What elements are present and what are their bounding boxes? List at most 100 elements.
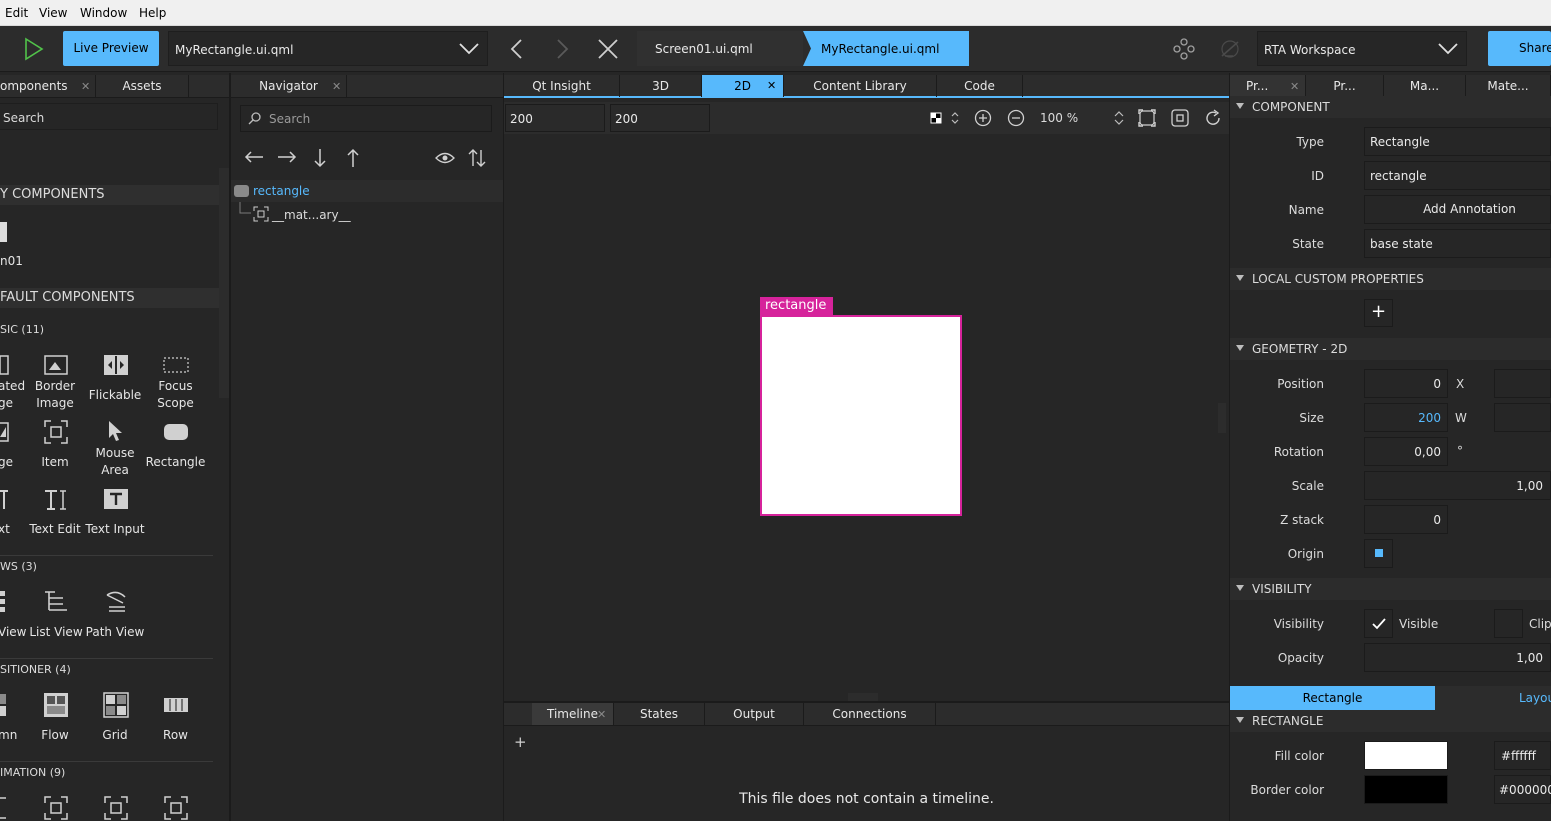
back-icon[interactable]	[508, 38, 526, 60]
arrow-right-icon[interactable]	[277, 149, 297, 165]
fill-color-hex-input[interactable]: #ffffff	[1494, 741, 1551, 770]
background-color-icon[interactable]	[930, 111, 960, 125]
scrollbar[interactable]	[219, 168, 229, 398]
clip-checkbox[interactable]	[1494, 609, 1523, 638]
zoom-out-icon[interactable]	[1007, 109, 1025, 127]
size-width-input[interactable]: 200	[1364, 403, 1448, 432]
item-icon[interactable]	[43, 419, 69, 445]
scrollbar[interactable]	[848, 693, 878, 701]
positioner-category-header[interactable]: SITIONER (4)	[0, 663, 71, 676]
animated-image-icon[interactable]	[0, 354, 10, 376]
tab-layout-section[interactable]: Layou	[1435, 686, 1551, 710]
state-field[interactable]: base state	[1364, 229, 1551, 258]
animation-category-header[interactable]: IMATION (9)	[0, 766, 65, 779]
scale-input[interactable]: 1,00	[1364, 471, 1551, 500]
run-icon[interactable]	[22, 37, 46, 61]
sort-icon[interactable]	[468, 148, 486, 168]
visible-checkbox[interactable]	[1364, 609, 1393, 638]
menu-help[interactable]: Help	[139, 6, 166, 20]
eye-icon[interactable]	[435, 151, 455, 165]
default-components-header[interactable]: FAULT COMPONENTS	[0, 288, 219, 308]
basic-category-header[interactable]: SIC (11)	[0, 323, 44, 336]
animation-item-icon[interactable]	[43, 795, 69, 821]
views-category-header[interactable]: WS (3)	[0, 560, 37, 573]
arrow-up-icon[interactable]	[346, 148, 360, 168]
share-button[interactable]: Share	[1488, 31, 1551, 66]
tab-states[interactable]: States	[614, 703, 705, 725]
tab-material-editor[interactable]: Mate...	[1466, 75, 1551, 97]
origin-selector[interactable]	[1364, 539, 1393, 568]
opacity-input[interactable]: 1,00	[1364, 643, 1551, 672]
add-property-button[interactable]: +	[1364, 299, 1393, 327]
rectangle-item-canvas[interactable]	[760, 315, 962, 516]
zoom-stepper-icon[interactable]	[1114, 111, 1124, 125]
z-stack-input[interactable]: 0	[1364, 505, 1448, 534]
position-y-input[interactable]	[1494, 369, 1551, 398]
live-preview-button[interactable]: Live Preview	[63, 31, 159, 66]
arrow-left-icon[interactable]	[244, 149, 264, 165]
text-input-icon[interactable]	[103, 487, 129, 511]
image-icon[interactable]	[0, 421, 10, 443]
tree-row-rectangle[interactable]: rectangle	[231, 180, 503, 202]
close-document-icon[interactable]	[597, 38, 619, 60]
workspace-dropdown[interactable]: RTA Workspace	[1257, 31, 1467, 66]
border-color-swatch[interactable]	[1364, 775, 1448, 804]
size-height-input[interactable]	[1494, 403, 1551, 432]
fit-all-icon[interactable]	[1138, 109, 1156, 127]
components-icon[interactable]	[1172, 38, 1196, 60]
doc-tab-myrectangle[interactable]: MyRectangle.ui.qml	[803, 31, 969, 66]
tab-connections[interactable]: Connections	[804, 703, 936, 725]
tab-output[interactable]: Output	[705, 703, 804, 725]
close-icon[interactable]: ✕	[767, 79, 776, 92]
border-color-hex-input[interactable]: #000000	[1494, 775, 1551, 804]
close-icon[interactable]: ✕	[597, 708, 606, 721]
menu-view[interactable]: View	[39, 6, 67, 20]
reset-view-icon[interactable]	[1204, 109, 1222, 127]
zoom-level[interactable]: 100 %	[1040, 111, 1078, 125]
doc-tab-screen01[interactable]: Screen01.ui.qml	[637, 31, 803, 66]
tab-assets[interactable]: Assets	[96, 75, 189, 97]
tab-material-browser[interactable]: Ma...	[1384, 75, 1466, 97]
menu-window[interactable]: Window	[80, 6, 127, 20]
close-icon[interactable]: ✕	[1290, 80, 1299, 93]
tree-row-child[interactable]: __mat...ary__	[231, 202, 503, 224]
tab-rectangle-section[interactable]: Rectangle	[1230, 686, 1435, 710]
menu-edit[interactable]: Edit	[5, 6, 28, 20]
focus-scope-icon[interactable]	[163, 356, 189, 374]
rectangle-icon[interactable]	[163, 422, 189, 442]
text-icon[interactable]	[0, 488, 10, 512]
rotation-input[interactable]: 0,00	[1364, 437, 1448, 466]
add-timeline-button[interactable]: +	[514, 733, 527, 751]
mouse-area-icon[interactable]	[106, 419, 126, 443]
visibility-section-header[interactable]: VISIBILITY	[1230, 578, 1551, 600]
fit-selection-icon[interactable]	[1171, 109, 1189, 127]
scrollbar[interactable]	[1218, 403, 1226, 433]
forward-icon[interactable]	[553, 38, 571, 60]
id-field[interactable]: rectangle	[1364, 161, 1551, 190]
component-thumbnail-icon[interactable]	[0, 222, 7, 242]
component-section-header[interactable]: COMPONENT	[1230, 96, 1551, 118]
rectangle-section-header[interactable]: RECTANGLE	[1230, 710, 1551, 732]
close-icon[interactable]: ✕	[81, 80, 90, 93]
arrow-down-icon[interactable]	[313, 148, 327, 168]
components-search-input[interactable]: Search	[0, 103, 218, 130]
local-custom-properties-header[interactable]: LOCAL CUSTOM PROPERTIES	[1230, 268, 1551, 290]
column-icon[interactable]	[0, 692, 10, 718]
animation-item-icon[interactable]	[0, 795, 10, 821]
row-icon[interactable]	[163, 697, 189, 713]
grid-view-icon[interactable]	[0, 589, 10, 615]
tab-3d[interactable]: 3D	[620, 75, 702, 97]
list-view-icon[interactable]	[43, 589, 69, 615]
path-view-icon[interactable]	[103, 589, 129, 615]
file-selector-dropdown[interactable]: MyRectangle.ui.qml	[168, 31, 488, 66]
canvas-height-input[interactable]: 200	[610, 104, 710, 132]
canvas-width-input[interactable]: 200	[505, 104, 605, 132]
tab-content-library[interactable]: Content Library	[784, 75, 937, 97]
border-image-icon[interactable]	[43, 354, 69, 376]
type-field[interactable]: Rectangle	[1364, 127, 1551, 156]
tab-navigator[interactable]: Navigator	[231, 75, 347, 97]
tab-code[interactable]: Code	[937, 75, 1023, 97]
position-x-input[interactable]: 0	[1364, 369, 1448, 398]
navigator-search-input[interactable]: Search	[240, 105, 492, 132]
my-components-header[interactable]: Y COMPONENTS	[0, 185, 219, 205]
